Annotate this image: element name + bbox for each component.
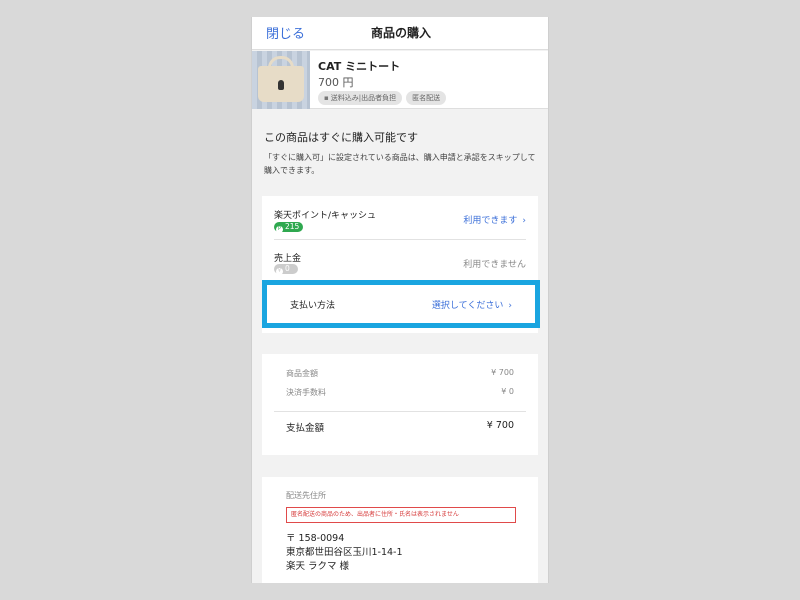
total-value: ¥ 700 (486, 420, 514, 431)
shipping-tag: ▪ 送料込み|出品者負担 (318, 91, 403, 105)
points-action-label: 利用できます (463, 216, 518, 226)
postal-code: 〒 158-0094 (286, 533, 345, 544)
recipient-name: 楽天 ラクマ 様 (286, 561, 350, 572)
anonymous-warning: 匿名配送の商品のため、出品者に住所・氏名は表示されません (286, 507, 516, 523)
shipping-header: 配送先住所 (286, 491, 326, 500)
coin-icon: P (276, 225, 283, 233)
fee-line: 決済手数料 ¥ 0 (286, 387, 514, 398)
nav-bar: 閉じる 商品の購入 (252, 17, 548, 50)
item-price-value: ¥ 700 (491, 368, 514, 377)
item-price-line: 商品金額 ¥ 700 (286, 368, 514, 379)
price-summary-card: 商品金額 ¥ 700 決済手数料 ¥ 0 支払金額 ¥ 700 (262, 354, 538, 455)
payment-method-action: 選択してください (431, 301, 504, 311)
address-line: 東京都世田谷区玉川1-14-1 (286, 547, 403, 558)
product-image (252, 51, 310, 109)
chevron-right-icon: › (522, 216, 526, 226)
purchase-screen: 閉じる 商品の購入 CAT ミニトート 700 円 ▪ 送料込み|出品者負担 匿名… (251, 17, 549, 583)
total-label: 支払金額 (286, 423, 325, 434)
sales-status: 利用できません (463, 260, 526, 270)
product-tags: ▪ 送料込み|出品者負担 匿名配送 (318, 91, 447, 105)
shipping-card: 配送先住所 匿名配送の商品のため、出品者に住所・氏名は表示されません 〒 158… (262, 477, 538, 583)
points-action[interactable]: 利用できます › (463, 213, 526, 226)
total-line: 支払金額 ¥ 700 (286, 420, 514, 434)
anonymous-tag: 匿名配送 (406, 91, 447, 105)
payment-method-select[interactable]: 選択してください › (432, 298, 512, 311)
sales-value: 0 (285, 264, 290, 273)
points-row[interactable]: 楽天ポイント/キャッシュ P 215 利用できます › (274, 196, 526, 240)
cat-icon (278, 80, 284, 90)
points-badge: P 215 (274, 222, 304, 233)
chevron-right-icon: › (508, 301, 512, 311)
truck-icon: ▪ (324, 94, 329, 102)
shipping-tag-label: 送料込み|出品者負担 (330, 94, 397, 102)
item-price-label: 商品金額 (286, 369, 318, 378)
payment-method-row[interactable]: 支払い方法 選択してください › (262, 280, 540, 328)
coin-icon: ¥ (276, 267, 283, 275)
product-summary: CAT ミニトート 700 円 ▪ 送料込み|出品者負担 匿名配送 (252, 51, 548, 109)
product-name: CAT ミニトート (318, 60, 401, 73)
notice-title: この商品はすぐに購入可能です (264, 131, 418, 144)
page-title: 商品の購入 (370, 26, 431, 40)
points-value: 215 (285, 222, 300, 231)
sales-label: 売上金 (274, 254, 302, 264)
sales-row: 売上金 ¥0 利用できません (274, 240, 526, 284)
sales-badge: ¥0 (274, 264, 298, 275)
product-price: 700 円 (318, 76, 354, 89)
payment-method-label: 支払い方法 (290, 301, 336, 311)
fee-value: ¥ 0 (501, 387, 514, 396)
notice-body: 「すぐに購入可」に設定されている商品は、購入申請と承認をスキップして購入できます… (264, 153, 536, 175)
divider (274, 411, 526, 412)
fee-label: 決済手数料 (286, 388, 326, 397)
points-label: 楽天ポイント/キャッシュ (274, 211, 377, 221)
